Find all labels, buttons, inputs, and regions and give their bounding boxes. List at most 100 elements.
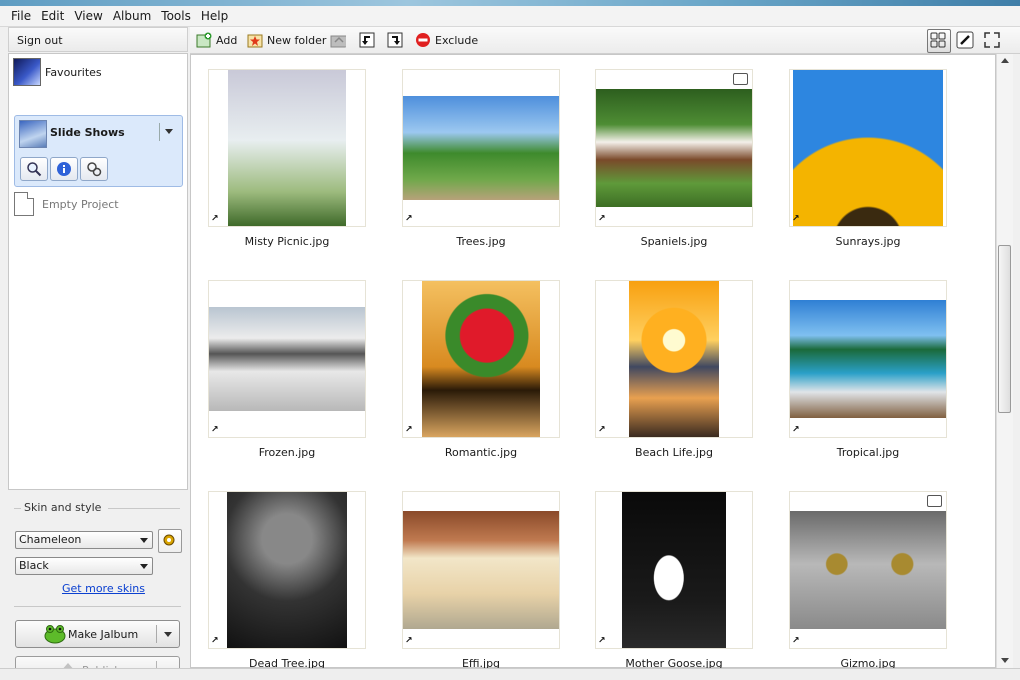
favourites-thumbnail — [13, 58, 41, 86]
thumbnail-tile[interactable]: ↗ — [402, 491, 560, 649]
scrollbar-thumb[interactable] — [998, 245, 1011, 413]
tree-item-empty-project[interactable]: Empty Project — [14, 192, 119, 216]
add-label: Add — [216, 33, 238, 47]
thumbnail-caption: Sunrays.jpg — [835, 235, 901, 248]
thumbnail-tile[interactable]: ↗ — [595, 280, 753, 438]
pencil-icon — [956, 31, 974, 49]
rotate-right-button[interactable] — [387, 31, 407, 49]
grid-icon — [930, 32, 946, 48]
gears-icon — [87, 162, 102, 177]
thumbnail-image — [790, 300, 946, 418]
slide-shows-label: Slide Shows — [50, 126, 125, 139]
folder-up-icon — [330, 35, 346, 48]
skin-legend: Skin and style — [24, 501, 102, 514]
thumbnail-tile[interactable]: ↗ — [595, 491, 753, 649]
rotate-left-button[interactable] — [359, 31, 379, 49]
tree-item-favourites[interactable]: Favourites — [13, 58, 102, 86]
menu-edit[interactable]: Edit — [36, 7, 69, 25]
document-icon — [14, 192, 34, 216]
left-panel: Sign out Favourites Slide Shows Empty Pr… — [8, 27, 188, 680]
divider — [14, 508, 21, 509]
exclude-icon — [416, 33, 430, 47]
thumbnail-view-button[interactable] — [927, 29, 951, 53]
search-project-button[interactable] — [20, 157, 48, 181]
rotate-right-icon — [387, 32, 403, 48]
thumbnail-image — [422, 281, 540, 437]
frog-icon — [44, 625, 66, 644]
project-settings-button[interactable] — [80, 157, 108, 181]
menu-bar: File Edit View Album Tools Help — [0, 6, 1020, 27]
tree-item-slide-shows[interactable]: Slide Shows — [14, 115, 183, 187]
thumbnail-image — [403, 511, 559, 629]
comment-icon[interactable] — [927, 495, 942, 507]
skin-gear-icon — [163, 534, 175, 546]
thumbnail-image — [629, 281, 719, 437]
thumbnail-caption: Romantic.jpg — [444, 446, 518, 459]
shortcut-arrow-icon: ↗ — [598, 636, 606, 646]
sign-out-button[interactable]: Sign out — [8, 27, 188, 52]
vertical-scrollbar[interactable] — [996, 54, 1013, 668]
style-select[interactable]: Black — [15, 557, 153, 575]
new-folder-icon — [247, 34, 263, 48]
info-icon — [57, 162, 71, 176]
thumbnail-image — [793, 70, 943, 226]
thumbnail-tile[interactable]: ↗ — [208, 280, 366, 438]
rotate-left-icon — [359, 32, 375, 48]
scroll-up-arrow-icon[interactable] — [1001, 58, 1009, 63]
thumbnail-tile[interactable]: ↗ — [789, 280, 947, 438]
menu-tools[interactable]: Tools — [156, 7, 196, 25]
thumbnail-tile[interactable]: ↗ — [595, 69, 753, 227]
make-jalbum-dropdown[interactable] — [156, 625, 179, 643]
slide-shows-dropdown-button[interactable] — [159, 123, 178, 141]
thumbnail-grid: ↗ Misty Picnic.jpg ↗ Trees.jpg ↗ Spaniels.jpg… — [190, 54, 996, 670]
main-window: File Edit View Album Tools Help Sign out… — [0, 0, 1020, 680]
thumbnail-tile[interactable]: ↗ — [789, 491, 947, 649]
new-folder-button[interactable]: New folder — [247, 31, 326, 49]
skin-settings-button[interactable] — [158, 529, 182, 553]
skin-section: Skin and style Chameleon Black Get more … — [8, 493, 188, 680]
thumbnail-image — [790, 511, 946, 629]
thumbnail-caption: Tropical.jpg — [836, 446, 900, 459]
thumbnail-caption: Spaniels.jpg — [640, 235, 708, 248]
project-info-button[interactable] — [50, 157, 78, 181]
get-more-skins-link[interactable]: Get more skins — [62, 582, 145, 595]
fullscreen-button[interactable] — [981, 29, 1005, 53]
add-icon — [196, 32, 212, 48]
empty-project-label: Empty Project — [42, 197, 119, 211]
exclude-button[interactable]: Exclude — [415, 31, 478, 49]
shortcut-arrow-icon: ↗ — [405, 425, 413, 435]
project-tree: Favourites Slide Shows Empty Project — [8, 53, 188, 490]
thumbnail-tile[interactable]: ↗ — [402, 69, 560, 227]
make-jalbum-label: Make Jalbum — [68, 628, 139, 641]
thumbnail-image — [228, 70, 346, 226]
thumbnail-caption: Beach Life.jpg — [635, 446, 713, 459]
menu-view[interactable]: View — [69, 7, 107, 25]
edit-view-button[interactable] — [954, 29, 978, 53]
folder-up-button[interactable] — [330, 31, 350, 49]
thumbnail-tile[interactable]: ↗ — [789, 69, 947, 227]
shortcut-arrow-icon: ↗ — [792, 425, 800, 435]
magnifier-icon — [27, 162, 42, 177]
make-jalbum-button[interactable]: Make Jalbum — [15, 620, 180, 648]
divider — [108, 508, 180, 509]
thumbnail-tile[interactable]: ↗ — [402, 280, 560, 438]
thumbnail-tile[interactable]: ↗ — [208, 69, 366, 227]
menu-help[interactable]: Help — [196, 7, 233, 25]
favourites-label: Favourites — [45, 65, 102, 79]
thumbnail-caption: Trees.jpg — [456, 235, 506, 248]
shortcut-arrow-icon: ↗ — [792, 214, 800, 224]
scroll-down-arrow-icon[interactable] — [1001, 658, 1009, 663]
shortcut-arrow-icon: ↗ — [211, 425, 219, 435]
thumbnail-caption: Misty Picnic.jpg — [244, 235, 330, 248]
skin-select[interactable]: Chameleon — [15, 531, 153, 549]
shortcut-arrow-icon: ↗ — [598, 425, 606, 435]
menu-file[interactable]: File — [0, 7, 36, 25]
shortcut-arrow-icon: ↗ — [405, 214, 413, 224]
thumbnail-tile[interactable]: ↗ — [208, 491, 366, 649]
add-button[interactable]: Add — [196, 31, 237, 49]
shortcut-arrow-icon: ↗ — [211, 214, 219, 224]
shortcut-arrow-icon: ↗ — [211, 636, 219, 646]
comment-icon[interactable] — [733, 73, 748, 85]
menu-album[interactable]: Album — [108, 7, 156, 25]
thumbnail-image — [403, 96, 559, 200]
